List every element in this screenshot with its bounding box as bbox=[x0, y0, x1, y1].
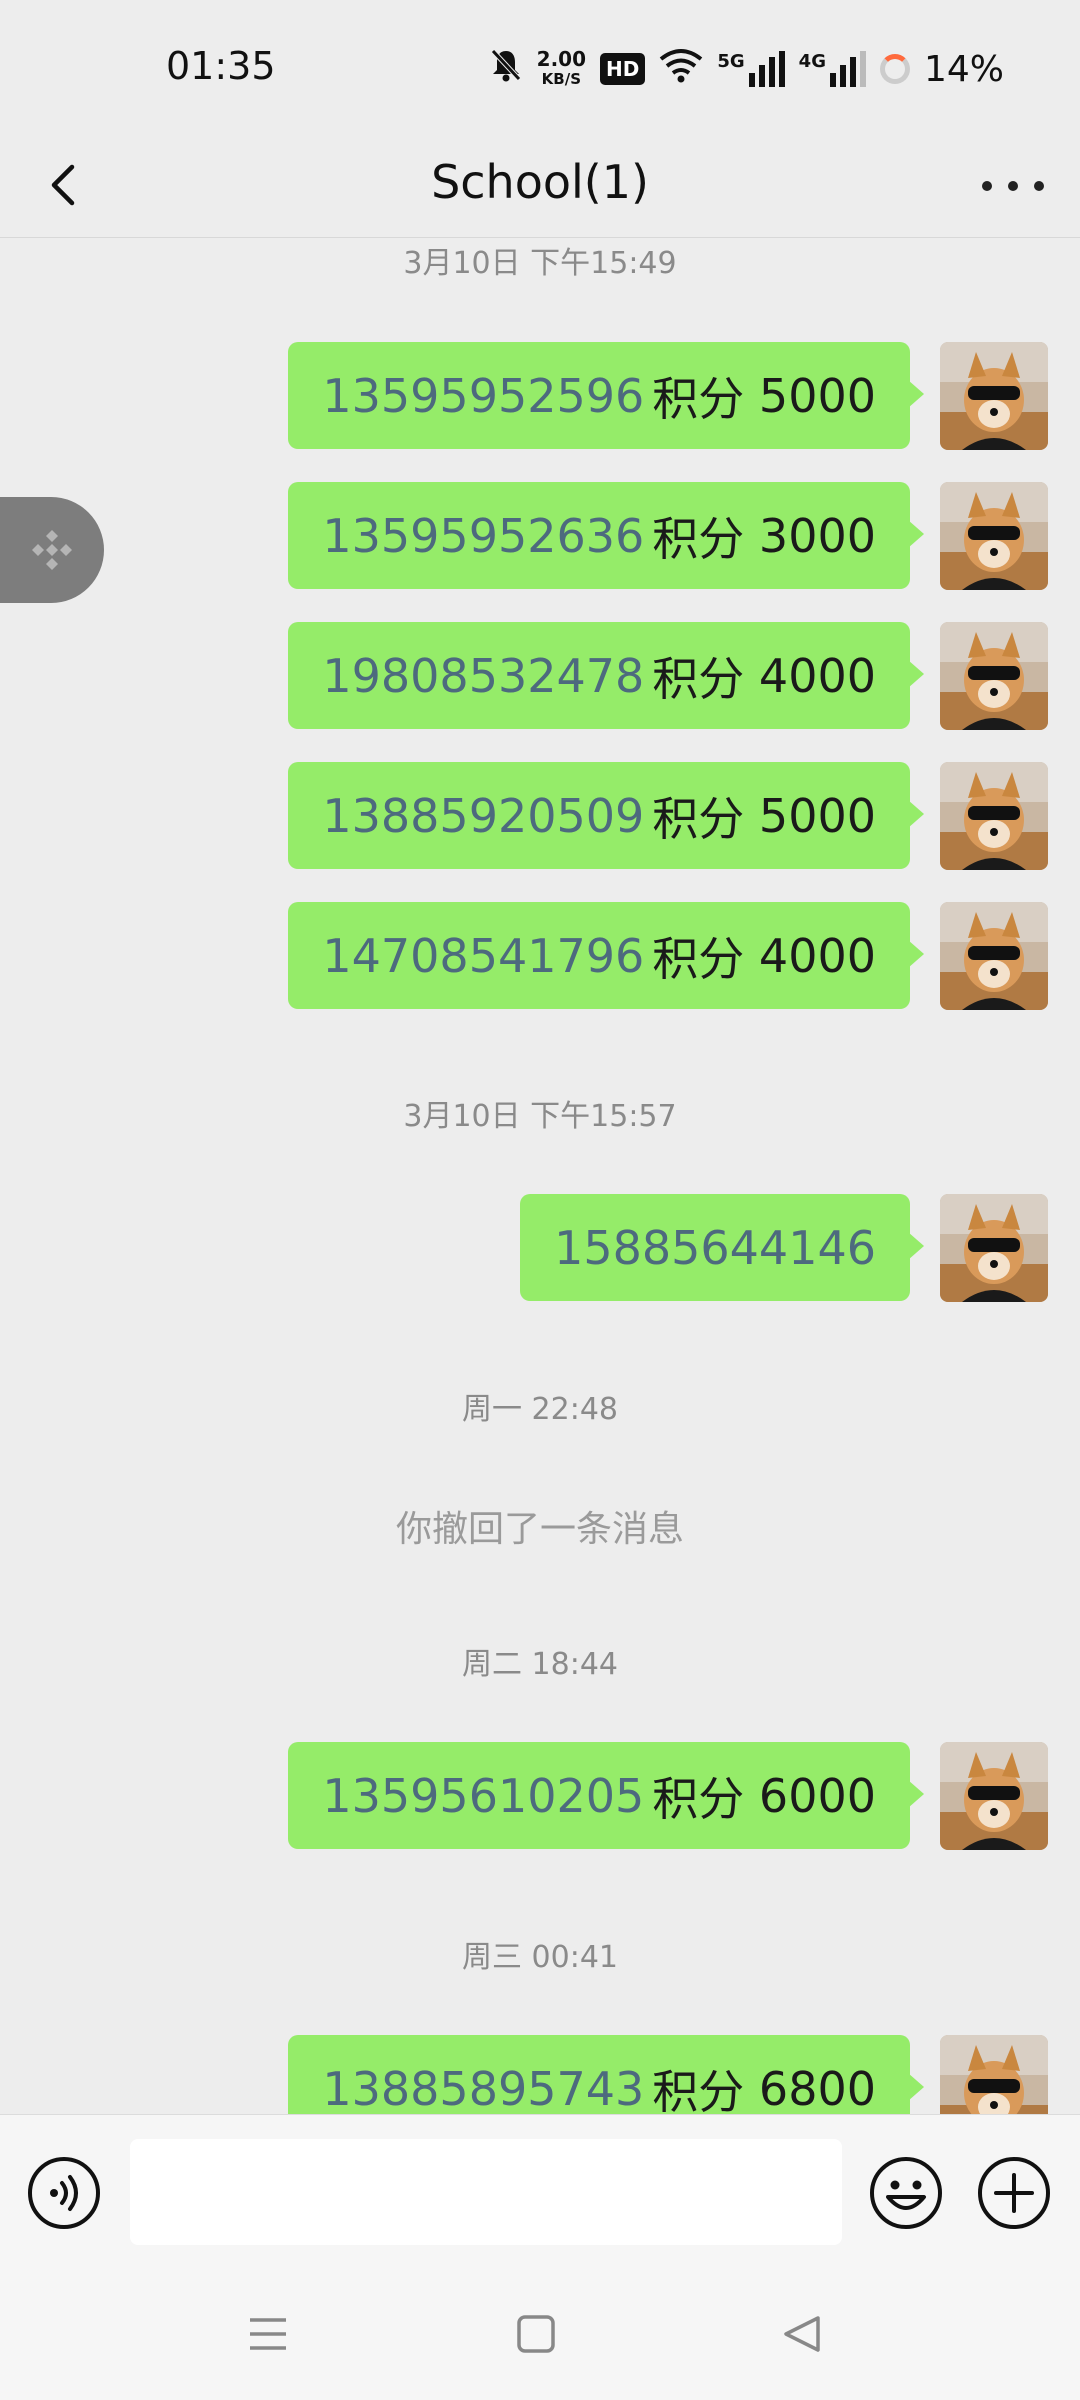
phone-number-link[interactable]: 13595952596 bbox=[322, 369, 644, 423]
plus-icon bbox=[978, 2157, 1050, 2229]
timestamp: 周二 18:44 bbox=[462, 1647, 618, 1682]
menu-icon bbox=[250, 2318, 286, 2350]
speed-unit: KB/S bbox=[541, 70, 581, 88]
signal-4g-icon: 4G bbox=[799, 51, 866, 87]
system-nav-bar bbox=[0, 2282, 1080, 2400]
avatar[interactable] bbox=[940, 762, 1048, 870]
floating-assistant-button[interactable] bbox=[0, 497, 104, 603]
phone-number-link[interactable]: 13595952636 bbox=[322, 509, 644, 563]
message-bubble[interactable]: 13885920509 积分 5000 bbox=[288, 762, 924, 869]
message-bubble[interactable]: 13595952636 积分 3000 bbox=[288, 482, 924, 589]
emoji-button[interactable] bbox=[868, 2155, 944, 2235]
back-icon bbox=[784, 2316, 820, 2352]
avatar[interactable] bbox=[940, 622, 1048, 730]
message-row: 14708541796 积分 4000 bbox=[288, 902, 1048, 1010]
avatar[interactable] bbox=[940, 342, 1048, 450]
message-row: 13595952636 积分 3000 bbox=[288, 482, 1048, 590]
avatar[interactable] bbox=[940, 902, 1048, 1010]
message-row: 13885895743 积分 6800 bbox=[288, 2035, 1048, 2114]
emoji-icon bbox=[870, 2157, 942, 2229]
message-bubble[interactable]: 13885895743 积分 6800 bbox=[288, 2035, 924, 2115]
avatar[interactable] bbox=[940, 2035, 1048, 2114]
avatar[interactable] bbox=[940, 482, 1048, 590]
recall-notice: 你撤回了一条消息 bbox=[395, 1509, 684, 1550]
points-value: 5000 bbox=[758, 788, 876, 843]
timestamp: 周一 22:48 bbox=[462, 1392, 618, 1427]
points-value: 6800 bbox=[758, 2061, 876, 2115]
status-time: 01:35 bbox=[166, 44, 276, 88]
points-label: 积分 bbox=[652, 1771, 745, 1826]
more-dot bbox=[1034, 181, 1044, 191]
message-input[interactable] bbox=[130, 2139, 842, 2245]
more-options-button[interactable] bbox=[982, 173, 1044, 199]
net-4g-label: 4G bbox=[798, 51, 826, 72]
voice-button[interactable] bbox=[26, 2155, 102, 2235]
points-value: 6000 bbox=[758, 1768, 876, 1823]
points-value: 3000 bbox=[758, 508, 876, 563]
phone-number-link[interactable]: 13885920509 bbox=[322, 789, 644, 843]
message-row: 19808532478 积分 4000 bbox=[288, 622, 1048, 730]
chat-message-list[interactable]: 3月10日 下午15:49 13595952596 积分 5000 135959… bbox=[0, 238, 1080, 2114]
status-icons: 2.00 KB/S HD 5G 4G 14% bbox=[489, 44, 1004, 94]
message-row: 13595610205 积分 6000 bbox=[288, 1742, 1048, 1850]
points-label: 积分 bbox=[652, 791, 745, 846]
phone-number-link[interactable]: 15885644146 bbox=[554, 1221, 876, 1275]
points-value: 4000 bbox=[758, 648, 876, 703]
avatar[interactable] bbox=[940, 1194, 1048, 1302]
points-value: 5000 bbox=[758, 368, 876, 423]
voice-icon bbox=[28, 2157, 100, 2229]
wifi-icon bbox=[659, 47, 703, 92]
mute-bell-icon bbox=[489, 47, 523, 92]
points-label: 积分 bbox=[652, 511, 745, 566]
nav-back-button[interactable] bbox=[780, 2312, 824, 2360]
signal-5g-icon: 5G bbox=[717, 51, 785, 87]
speed-value: 2.00 bbox=[536, 47, 587, 71]
input-bar bbox=[0, 2114, 1080, 2283]
battery-icon bbox=[879, 54, 910, 84]
hd-badge: HD bbox=[600, 53, 646, 85]
more-dot bbox=[982, 181, 992, 191]
timestamp: 3月10日 下午15:49 bbox=[403, 246, 677, 281]
points-label: 积分 bbox=[652, 371, 745, 426]
message-bubble[interactable]: 13595610205 积分 6000 bbox=[288, 1742, 924, 1849]
points-label: 积分 bbox=[652, 2064, 745, 2115]
phone-number-link[interactable]: 19808532478 bbox=[322, 649, 644, 703]
chat-title: School(1) bbox=[431, 155, 649, 209]
message-row: 15885644146 bbox=[520, 1194, 1048, 1302]
message-bubble[interactable]: 14708541796 积分 4000 bbox=[288, 902, 924, 1009]
nav-menu-button[interactable] bbox=[246, 2312, 290, 2360]
message-row: 13885920509 积分 5000 bbox=[288, 762, 1048, 870]
network-speed: 2.00 KB/S bbox=[537, 49, 586, 89]
nav-home-button[interactable] bbox=[514, 2312, 558, 2360]
chat-header: School(1) bbox=[0, 135, 1080, 238]
phone-number-link[interactable]: 14708541796 bbox=[322, 929, 644, 983]
phone-number-link[interactable]: 13595610205 bbox=[322, 1769, 644, 1823]
timestamp: 3月10日 下午15:57 bbox=[403, 1099, 677, 1134]
status-bar: 01:35 2.00 KB/S HD 5G 4G 14% bbox=[0, 0, 1080, 135]
diamond-logo-icon bbox=[32, 530, 72, 570]
message-bubble[interactable]: 15885644146 bbox=[520, 1194, 924, 1301]
net-5g-label: 5G bbox=[717, 51, 745, 72]
more-dot bbox=[1008, 181, 1018, 191]
more-actions-button[interactable] bbox=[976, 2155, 1052, 2235]
message-bubble[interactable]: 13595952596 积分 5000 bbox=[288, 342, 924, 449]
timestamp: 周三 00:41 bbox=[462, 1940, 618, 1975]
phone-number-link[interactable]: 13885895743 bbox=[322, 2062, 644, 2115]
points-value: 4000 bbox=[758, 928, 876, 983]
points-label: 积分 bbox=[652, 931, 745, 986]
message-bubble[interactable]: 19808532478 积分 4000 bbox=[288, 622, 924, 729]
home-icon bbox=[517, 2315, 555, 2353]
message-row: 13595952596 积分 5000 bbox=[288, 342, 1048, 450]
points-label: 积分 bbox=[652, 651, 745, 706]
avatar[interactable] bbox=[940, 1742, 1048, 1850]
battery-percent: 14% bbox=[923, 48, 1004, 90]
